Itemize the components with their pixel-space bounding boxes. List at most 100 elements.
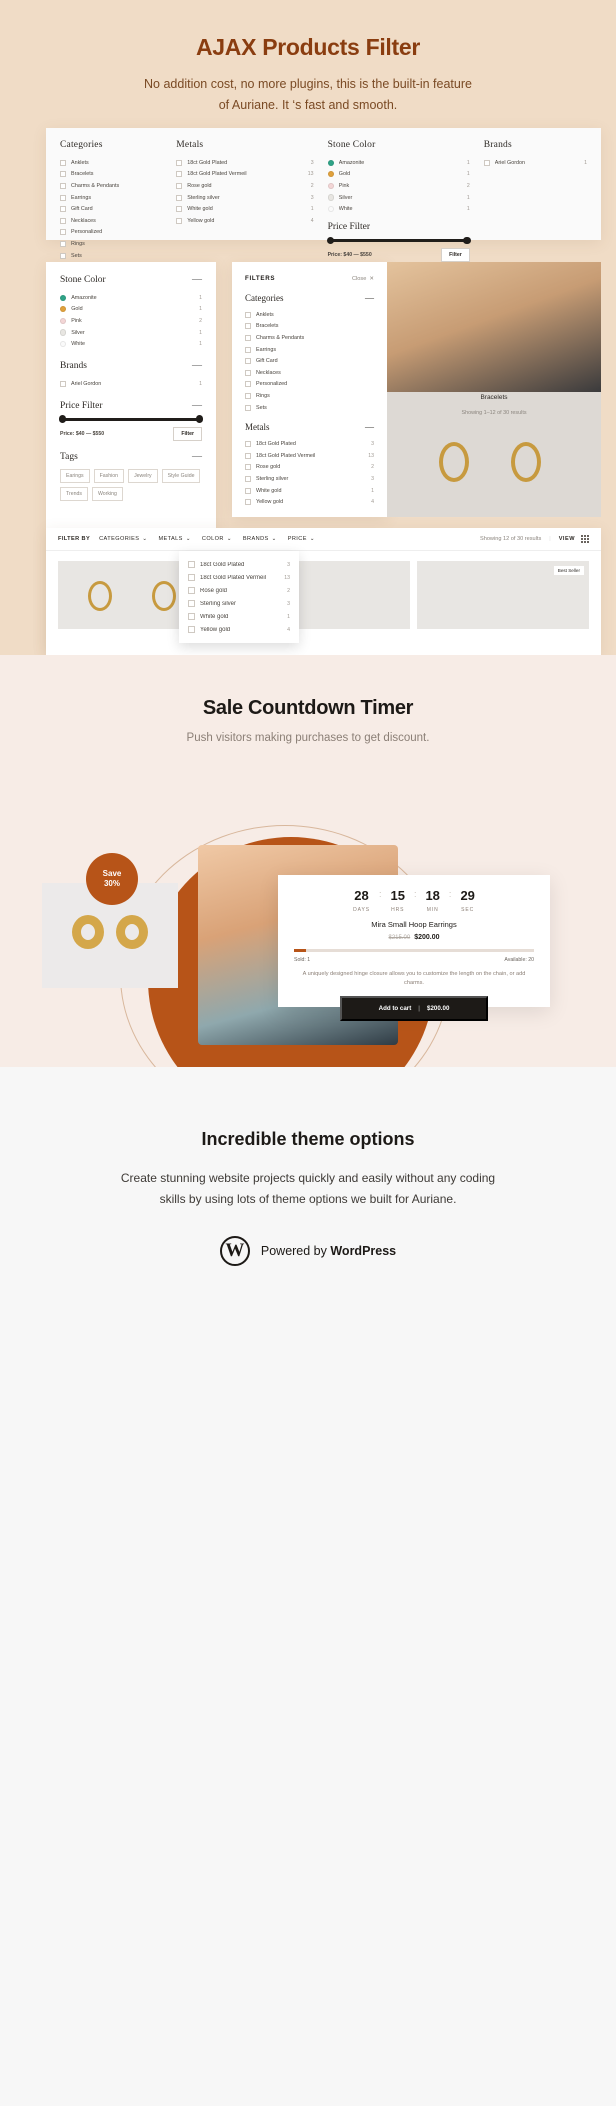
checkbox[interactable] — [245, 499, 251, 506]
dropdown-row[interactable]: Sterling silver 3 — [188, 597, 290, 610]
filter-row[interactable]: White 1 — [60, 338, 202, 350]
tag-chip[interactable]: Earings — [60, 468, 90, 483]
checkbox[interactable] — [188, 600, 195, 607]
collapse-icon[interactable]: — — [365, 422, 374, 432]
add-to-cart-button[interactable]: Add to cart | $200.00 — [340, 996, 488, 1022]
brands-header[interactable]: Brands — — [60, 360, 202, 371]
filter-row[interactable]: White gold 1 — [245, 485, 374, 497]
checkbox[interactable] — [60, 229, 66, 236]
filter-row[interactable]: Gold 1 — [60, 304, 202, 316]
filter-row[interactable]: Sets — [60, 250, 162, 262]
checkbox[interactable] — [245, 369, 251, 376]
collapse-icon[interactable]: — — [365, 293, 374, 303]
slider-handle-max[interactable] — [463, 236, 471, 245]
checkbox[interactable] — [245, 358, 251, 365]
filter-row[interactable]: Earrings — [60, 192, 162, 204]
drawer-categories-header[interactable]: Categories — — [245, 293, 374, 303]
tag-chip[interactable]: Working — [91, 486, 123, 501]
dropdown-row[interactable]: Yellow gold 4 — [188, 623, 290, 636]
filter-row[interactable]: Bracelets — [60, 169, 162, 181]
filter-row[interactable]: Necklaces — [60, 215, 162, 227]
dropdown-row[interactable]: Rose gold 2 — [188, 584, 290, 597]
filter-row[interactable]: Gift Card — [245, 355, 374, 367]
filter-row[interactable]: Silver 1 — [60, 327, 202, 339]
checkbox[interactable] — [188, 587, 195, 594]
price-filter-header[interactable]: Price Filter — — [60, 400, 202, 411]
checkbox[interactable] — [188, 613, 195, 620]
checkbox[interactable] — [176, 194, 183, 201]
filter-bar-item[interactable]: COLOR ⌄ — [202, 536, 232, 542]
tag-chip[interactable]: Jewelry — [128, 468, 158, 483]
filter-row[interactable]: Anklets — [60, 157, 162, 169]
filter-row[interactable]: Silver 1 — [327, 192, 470, 204]
checkbox[interactable] — [245, 464, 251, 471]
filter-row[interactable]: Gold 1 — [327, 169, 470, 181]
checkbox[interactable] — [176, 206, 183, 213]
filter-row[interactable]: 18ct Gold Plated 3 — [245, 438, 374, 450]
checkbox[interactable] — [60, 217, 66, 224]
filter-row[interactable]: Rose gold 2 — [176, 180, 314, 192]
tag-chip[interactable]: Fashion — [93, 468, 125, 483]
checkbox[interactable] — [176, 171, 183, 178]
filter-row[interactable]: Earrings — [245, 344, 374, 356]
filter-row[interactable]: Sterling silver 3 — [245, 473, 374, 485]
filter-row[interactable]: Gift Card — [60, 203, 162, 215]
checkbox[interactable] — [245, 487, 251, 494]
filter-row[interactable]: 18ct Gold Plated Vermeil 13 — [245, 450, 374, 462]
checkbox[interactable] — [245, 311, 251, 318]
checkbox[interactable] — [245, 334, 251, 341]
drawer-close-button[interactable]: Close ✕ — [352, 276, 374, 282]
checkbox[interactable] — [188, 626, 195, 633]
filter-button[interactable]: Filter — [173, 426, 202, 441]
filter-row[interactable]: Pink 2 — [327, 180, 470, 192]
checkbox[interactable] — [60, 206, 66, 213]
filter-row[interactable]: Yellow gold 4 — [176, 215, 314, 227]
stone-color-header[interactable]: Stone Color — — [60, 275, 202, 286]
tag-chip[interactable]: Trends — [60, 486, 88, 501]
checkbox[interactable] — [60, 159, 66, 166]
filter-row[interactable]: Pink 2 — [60, 315, 202, 327]
filter-row[interactable]: Ariel Gordon 1 — [483, 157, 587, 169]
filter-bar-item[interactable]: CATEGORIES ⌄ — [99, 536, 147, 542]
checkbox[interactable] — [245, 323, 251, 330]
checkbox[interactable] — [60, 182, 66, 189]
checkbox[interactable] — [188, 574, 195, 581]
checkbox[interactable] — [245, 452, 251, 459]
filter-bar-item[interactable]: METALS ⌄ — [158, 536, 190, 542]
dropdown-row[interactable]: 18ct Gold Plated Vermeil 13 — [188, 571, 290, 584]
filter-row[interactable]: Personalized — [245, 379, 374, 391]
filter-bar-item[interactable]: BRANDS ⌄ — [243, 536, 277, 542]
close-icon[interactable]: ✕ — [369, 276, 374, 282]
checkbox[interactable] — [176, 182, 183, 189]
filter-row[interactable]: Amazonite 1 — [60, 292, 202, 304]
filter-row[interactable]: White 1 — [327, 203, 470, 215]
grid-view-icon[interactable] — [581, 535, 589, 543]
checkbox[interactable] — [60, 171, 66, 178]
checkbox[interactable] — [60, 194, 66, 201]
drawer-metals-header[interactable]: Metals — — [245, 422, 374, 432]
tag-chip[interactable]: Style Guide — [161, 468, 201, 483]
filter-row[interactable]: Yellow gold 4 — [245, 496, 374, 508]
filter-row[interactable]: Ariel Gordon 1 — [60, 378, 202, 390]
dropdown-row[interactable]: White gold 1 — [188, 610, 290, 623]
checkbox[interactable] — [245, 392, 251, 399]
filter-row[interactable]: Personalized — [60, 227, 162, 239]
filter-row[interactable]: Anklets — [245, 309, 374, 321]
checkbox[interactable] — [245, 346, 251, 353]
filter-row[interactable]: Charms & Pendants — [245, 332, 374, 344]
checkbox[interactable] — [176, 217, 183, 224]
filter-row[interactable]: Bracelets — [245, 321, 374, 333]
product-card[interactable]: Best Seller — [416, 561, 589, 629]
filter-row[interactable]: Rose gold 2 — [245, 462, 374, 474]
checkbox[interactable] — [245, 475, 251, 482]
tags-header[interactable]: Tags — — [60, 451, 202, 462]
checkbox[interactable] — [60, 252, 66, 259]
filter-row[interactable]: White gold 1 — [176, 203, 314, 215]
slider-handle-min[interactable] — [326, 236, 334, 245]
filter-row[interactable]: Rings — [245, 390, 374, 402]
filter-row[interactable]: Rings — [60, 238, 162, 250]
filter-row[interactable]: 18ct Gold Plated 3 — [176, 157, 314, 169]
slider-handle-min[interactable] — [59, 415, 67, 423]
checkbox[interactable] — [60, 240, 66, 247]
checkbox[interactable] — [245, 404, 251, 411]
